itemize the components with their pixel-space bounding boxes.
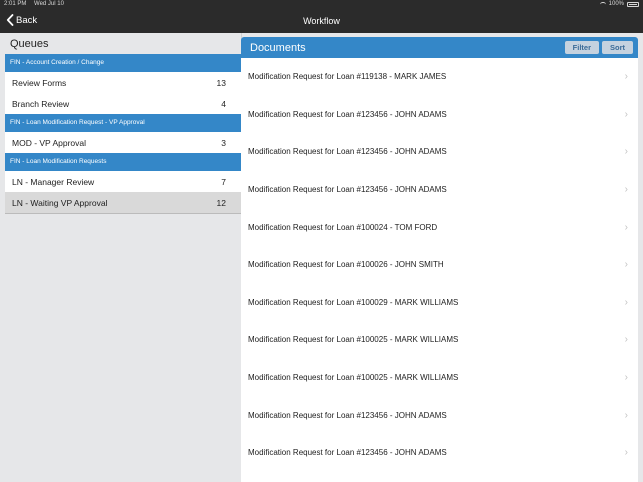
document-row[interactable]: Modification Request for Loan #100029 - … xyxy=(241,284,638,322)
queues-list-end xyxy=(5,213,241,214)
chevron-right-icon: › xyxy=(624,447,628,459)
document-title: Modification Request for Loan #123456 - … xyxy=(248,185,447,195)
document-title: Modification Request for Loan #123456 - … xyxy=(248,109,447,119)
documents-list: Modification Request for Loan #119138 - … xyxy=(241,58,638,472)
chevron-right-icon: › xyxy=(624,334,628,346)
filter-button[interactable]: Filter xyxy=(564,41,599,54)
queues-pane: Queues FIN - Account Creation / Change Re… xyxy=(5,33,241,482)
document-title: Modification Request for Loan #100025 - … xyxy=(248,335,459,345)
document-title: Modification Request for Loan #100026 - … xyxy=(248,260,444,270)
documents-header: Documents Filter Sort xyxy=(241,37,638,58)
queue-item-count: 4 xyxy=(221,98,226,109)
document-title: Modification Request for Loan #100025 - … xyxy=(248,373,459,383)
chevron-right-icon: › xyxy=(624,146,628,158)
document-row[interactable]: Modification Request for Loan #123456 - … xyxy=(241,133,638,171)
queue-item[interactable]: Branch Review 4 xyxy=(5,93,241,114)
document-title: Modification Request for Loan #100024 - … xyxy=(248,222,438,232)
status-bar: 2:01 PM Wed Jul 10 100% xyxy=(0,0,643,10)
document-title: Modification Request for Loan #123456 - … xyxy=(248,410,447,420)
queue-group-header: FIN - Loan Modification Request - VP App… xyxy=(5,114,241,132)
document-row[interactable]: Modification Request for Loan #119138 - … xyxy=(241,58,638,96)
queue-item-count: 3 xyxy=(221,137,226,148)
queue-item-count: 13 xyxy=(216,77,226,88)
battery-percent: 100% xyxy=(608,1,624,7)
status-time: 2:01 PM xyxy=(4,1,27,7)
chevron-right-icon: › xyxy=(624,409,628,421)
document-row[interactable]: Modification Request for Loan #123456 - … xyxy=(241,434,638,472)
chevron-right-icon: › xyxy=(624,71,628,83)
document-title: Modification Request for Loan #119138 - … xyxy=(248,72,447,82)
queue-group-header: FIN - Account Creation / Change xyxy=(5,54,241,72)
chevron-right-icon: › xyxy=(624,184,628,196)
queue-item-label: LN - Waiting VP Approval xyxy=(12,197,108,208)
battery-icon xyxy=(627,1,639,7)
queue-item-count: 7 xyxy=(221,176,226,187)
wifi-icon xyxy=(599,1,606,7)
queues-list: FIN - Account Creation / Change Review Fo… xyxy=(5,54,241,214)
queue-item[interactable]: MOD - VP Approval 3 xyxy=(5,132,241,153)
documents-pane: Documents Filter Sort Modification Reque… xyxy=(241,37,638,482)
chevron-right-icon: › xyxy=(624,296,628,308)
nav-bar: Back Workflow xyxy=(0,10,643,33)
chevron-right-icon: › xyxy=(624,108,628,120)
chevron-right-icon: › xyxy=(624,221,628,233)
chevron-right-icon: › xyxy=(624,259,628,271)
document-row[interactable]: Modification Request for Loan #100026 - … xyxy=(241,246,638,284)
status-date: Wed Jul 10 xyxy=(34,1,64,7)
documents-title: Documents xyxy=(250,41,306,54)
document-title: Modification Request for Loan #123456 - … xyxy=(248,448,447,458)
document-row[interactable]: Modification Request for Loan #100025 - … xyxy=(241,321,638,359)
queue-item-label: LN - Manager Review xyxy=(12,176,95,187)
queue-item[interactable]: LN - Manager Review 7 xyxy=(5,171,241,192)
sort-button[interactable]: Sort xyxy=(602,41,633,54)
queue-item-count: 12 xyxy=(216,197,226,208)
document-row[interactable]: Modification Request for Loan #123456 - … xyxy=(241,396,638,434)
queue-group-header: FIN - Loan Modification Requests xyxy=(5,153,241,171)
document-row[interactable]: Modification Request for Loan #123456 - … xyxy=(241,171,638,209)
queue-item-label: Branch Review xyxy=(12,98,70,109)
queue-item-label: Review Forms xyxy=(12,77,67,88)
chevron-right-icon: › xyxy=(624,372,628,384)
queue-item[interactable]: LN - Waiting VP Approval 12 xyxy=(5,192,241,213)
queues-title: Queues xyxy=(10,38,49,50)
page-title: Workflow xyxy=(303,16,340,26)
document-row[interactable]: Modification Request for Loan #100025 - … xyxy=(241,359,638,397)
document-title: Modification Request for Loan #123456 - … xyxy=(248,147,447,157)
document-row[interactable]: Modification Request for Loan #123456 - … xyxy=(241,96,638,134)
document-title: Modification Request for Loan #100029 - … xyxy=(248,297,459,307)
queue-item[interactable]: Review Forms 13 xyxy=(5,72,241,93)
queue-item-label: MOD - VP Approval xyxy=(12,137,87,148)
document-row[interactable]: Modification Request for Loan #100024 - … xyxy=(241,208,638,246)
